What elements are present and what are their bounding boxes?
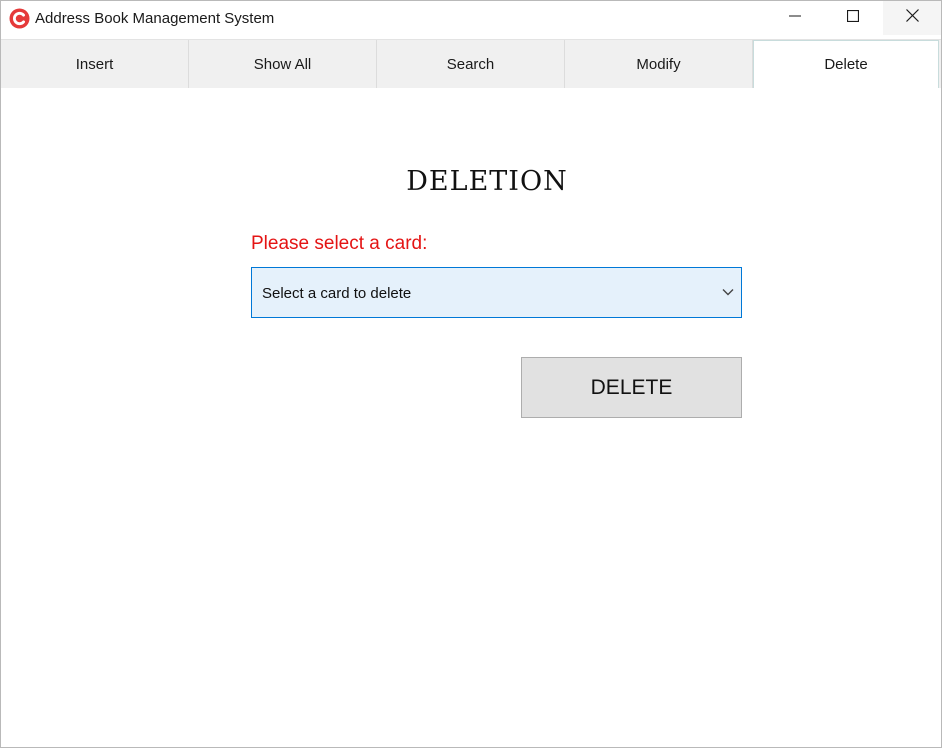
tab-bar: Insert Show All Search Modify Delete bbox=[1, 39, 941, 88]
window-title: Address Book Management System bbox=[35, 10, 275, 27]
maximize-button[interactable] bbox=[824, 1, 882, 35]
tab-show-all[interactable]: Show All bbox=[189, 40, 377, 88]
page-title: DELETION bbox=[406, 166, 568, 197]
delete-button[interactable]: DELETE bbox=[521, 357, 742, 418]
app-window: Address Book Management System Insert Sh… bbox=[0, 0, 942, 748]
close-button[interactable] bbox=[883, 1, 941, 35]
title-bar[interactable]: Address Book Management System bbox=[1, 1, 941, 37]
maximize-icon bbox=[846, 9, 860, 27]
tab-delete[interactable]: Delete bbox=[753, 40, 939, 88]
chevron-down-icon bbox=[721, 285, 735, 299]
tab-modify[interactable]: Modify bbox=[565, 40, 753, 88]
close-icon bbox=[905, 9, 919, 27]
card-select-value: Select a card to delete bbox=[262, 285, 412, 302]
tab-insert[interactable]: Insert bbox=[1, 40, 189, 88]
minimize-icon bbox=[789, 9, 801, 27]
select-card-label: Please select a card: bbox=[251, 233, 428, 254]
minimize-button[interactable] bbox=[766, 1, 824, 35]
card-select-dropdown[interactable]: Select a card to delete bbox=[251, 267, 742, 318]
tab-search[interactable]: Search bbox=[377, 40, 565, 88]
app-c-icon bbox=[9, 8, 30, 29]
